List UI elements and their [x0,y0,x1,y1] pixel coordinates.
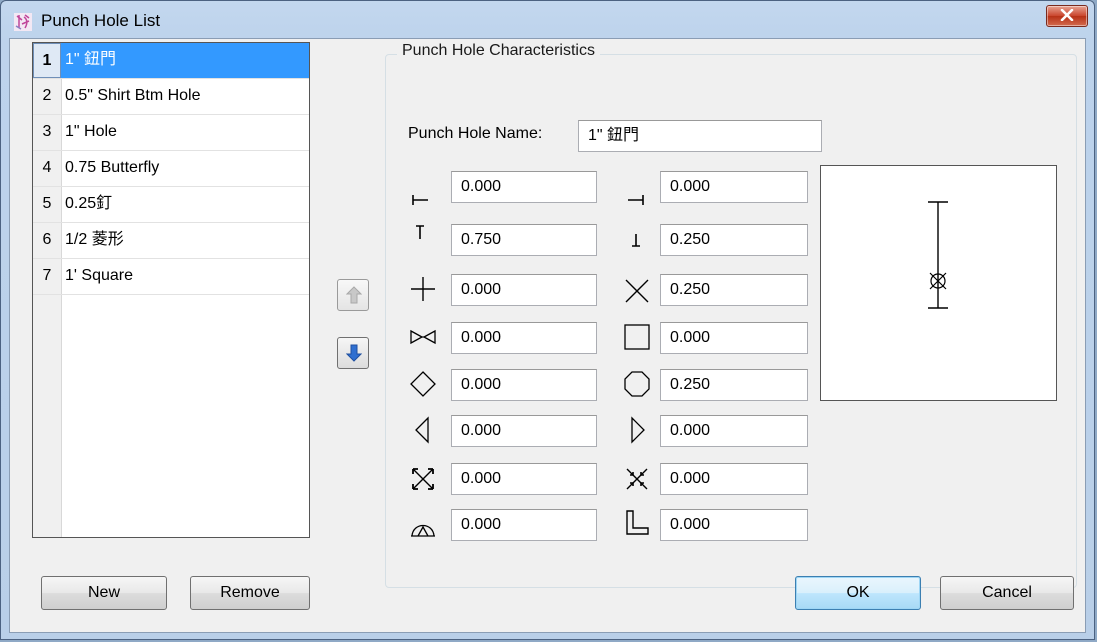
bottom-tick-icon [632,234,640,247]
characteristics-group-title: Punch Hole Characteristics [397,42,600,60]
row-label: 0.75 Butterfly [65,159,160,176]
arrow-down-icon [346,344,362,362]
x-arrows-out-field[interactable]: 0.000 [451,463,597,495]
punch-hole-name-input[interactable]: 1" 鈕門 [578,120,822,152]
x-cross-field[interactable]: 0.250 [660,274,808,306]
row-number: 1 [33,43,61,78]
arrow-up-icon [346,286,362,304]
bowtie-icon [410,329,436,345]
right-tick-field[interactable]: 0.000 [660,171,808,203]
move-up-button[interactable] [337,279,369,311]
left-tick-field[interactable]: 0.000 [451,171,597,203]
move-down-button[interactable] [337,337,369,369]
window-title: Punch Hole List [41,11,161,30]
row-number: 3 [42,123,52,140]
octagon-icon [624,371,650,397]
x-cross-icon [625,279,649,303]
l-shape-icon [626,510,649,535]
x-arrows-out-icon [412,468,434,490]
left-triangle-field[interactable]: 0.000 [451,415,597,447]
row-label: 1" Hole [65,123,117,140]
row-label: 1/2 菱形 [65,231,124,248]
top-tick-icon [416,225,424,239]
l-shape-field[interactable]: 0.000 [660,509,808,541]
row-number: 4 [42,159,52,176]
square-icon [624,324,650,350]
punch-hole-name-label: Punch Hole Name: [408,125,543,142]
title-bar[interactable]: Punch Hole List [1,1,1094,41]
right-tick-icon [628,195,644,205]
row-label: 0.25釘 [65,195,113,212]
app-icon [14,13,32,31]
list-item[interactable]: 7 1' Square [33,259,309,295]
row-number: 2 [42,87,52,104]
row-label: 0.5" Shirt Btm Hole [65,87,201,104]
list-item[interactable]: 6 1/2 菱形 [33,223,309,259]
plus-cross-field[interactable]: 0.000 [451,274,597,306]
square-field[interactable]: 0.000 [660,322,808,354]
list-item[interactable]: 1 1" 鈕門 [33,43,309,79]
right-triangle-field[interactable]: 0.000 [660,415,808,447]
row-number: 5 [42,195,52,212]
left-triangle-icon [415,416,429,444]
ok-button[interactable]: OK [795,576,921,610]
diamond-field[interactable]: 0.000 [451,369,597,401]
new-button[interactable]: New [41,576,167,610]
list-item[interactable]: 4 0.75 Butterfly [33,151,309,187]
x-arrows-in-field[interactable]: 0.000 [660,463,808,495]
arc-triangle-icon [411,524,435,537]
close-icon [1060,9,1074,21]
bowtie-field[interactable]: 0.000 [451,322,597,354]
left-tick-icon [412,195,428,205]
row-number: 7 [42,267,52,284]
list-item[interactable]: 5 0.25釘 [33,187,309,223]
octagon-field[interactable]: 0.250 [660,369,808,401]
punch-hole-preview-drawing [928,201,948,309]
bottom-tick-field[interactable]: 0.250 [660,224,808,256]
plus-cross-icon [411,277,435,301]
diamond-icon [410,371,436,397]
remove-button[interactable]: Remove [190,576,310,610]
arc-triangle-field[interactable]: 0.000 [451,509,597,541]
row-label: 1' Square [65,267,133,284]
row-number: 6 [42,231,52,248]
x-arrows-in-icon [626,468,648,490]
list-item[interactable]: 3 1" Hole [33,115,309,151]
top-tick-field[interactable]: 0.750 [451,224,597,256]
right-triangle-icon [631,416,645,444]
close-button[interactable] [1046,5,1088,27]
list-item[interactable]: 2 0.5" Shirt Btm Hole [33,79,309,115]
cancel-button[interactable]: Cancel [940,576,1074,610]
punch-hole-list[interactable]: 1 1" 鈕門 2 0.5" Shirt Btm Hole 3 1" Hole … [32,42,310,538]
row-label: 1" 鈕門 [61,43,309,78]
punch-hole-preview [820,165,1057,401]
